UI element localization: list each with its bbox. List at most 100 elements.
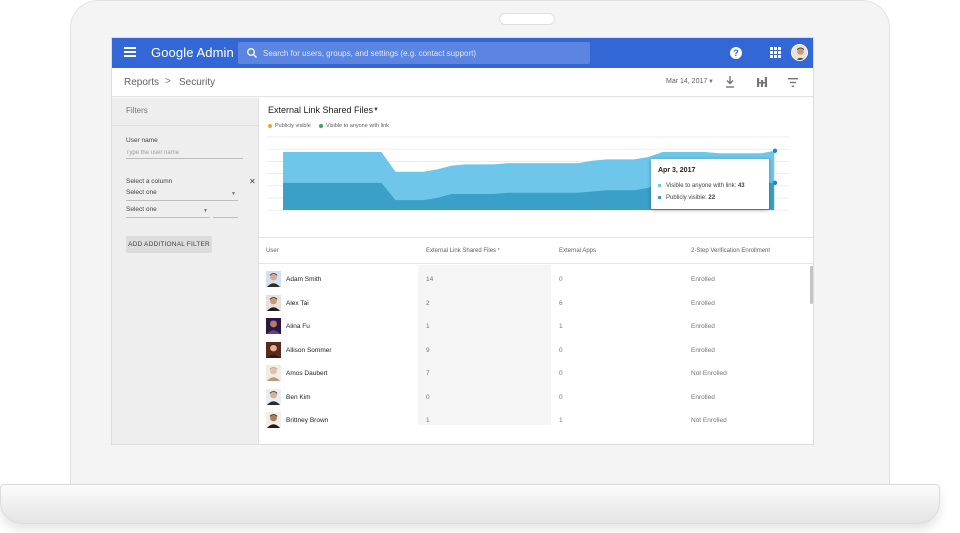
search-box[interactable] — [238, 42, 590, 64]
close-icon[interactable]: ✕ — [249, 177, 256, 186]
main-content: External Link Shared Files ▼ Publicly vi… — [259, 98, 813, 444]
legend-link-label: Visible to anyone with link — [326, 123, 389, 129]
apps-grid-icon[interactable] — [770, 47, 781, 58]
apps-cell: 1 — [559, 323, 563, 330]
tooltip-public-value: 22 — [708, 195, 716, 201]
files-cell: 14 — [426, 276, 434, 283]
avatar — [266, 318, 281, 334]
column-select-value: Select one — [126, 189, 157, 196]
search-input[interactable] — [263, 44, 583, 62]
user-name[interactable]: Alex Tai — [286, 300, 309, 307]
download-icon[interactable] — [725, 76, 735, 88]
menu-icon[interactable] — [124, 47, 136, 59]
scrollbar[interactable] — [810, 266, 813, 304]
apps-cell: 0 — [559, 370, 563, 377]
user-name-label: User name — [126, 137, 158, 144]
column-header-user[interactable]: User — [266, 248, 279, 254]
filters-divider — [112, 125, 259, 126]
legend-dot-public — [268, 123, 272, 128]
user-name[interactable]: Adam Smith — [286, 276, 321, 283]
search-icon — [247, 48, 257, 58]
breadcrumb-separator: > — [165, 76, 171, 87]
files-cell: 1 — [426, 323, 430, 330]
table-header: User External Link Shared Files * Extern… — [259, 237, 813, 264]
chevron-down-icon[interactable]: ▼ — [708, 79, 714, 85]
legend-dot-link — [319, 123, 323, 128]
user-name[interactable]: Allison Sommer — [286, 347, 332, 354]
table-row[interactable]: Alex Tai 2 6 Enrolled — [259, 293, 811, 316]
operator-select-value: Select one — [126, 206, 157, 213]
help-icon[interactable]: ? — [730, 47, 742, 59]
files-cell: 9 — [426, 346, 430, 354]
apps-cell: 0 — [559, 346, 563, 354]
app-bar: Google Admin ? — [112, 38, 813, 68]
point-publicly-visible — [772, 180, 778, 186]
user-name[interactable]: Ben Kim — [286, 394, 311, 401]
select-column-label: Select a column — [126, 178, 173, 185]
enrollment-cell: Enrolled — [691, 299, 715, 307]
apps-cell: 6 — [559, 299, 563, 307]
chevron-down-icon[interactable]: ▼ — [373, 107, 379, 113]
add-filter-button[interactable]: ADD ADDITIONAL FILTER — [126, 236, 212, 253]
chart-title[interactable]: External Link Shared Files — [268, 105, 373, 115]
breadcrumb-reports[interactable]: Reports — [124, 77, 159, 88]
account-avatar[interactable] — [791, 44, 808, 61]
files-cell: 7 — [426, 370, 430, 377]
table-row[interactable]: Amos Daubert 7 0 Not Enrolled — [259, 363, 811, 386]
chart-tooltip: Apr 3, 2017 Visible to anyone with link:… — [651, 159, 769, 209]
table-row[interactable]: Allison Sommer 9 0 Enrolled — [259, 340, 811, 363]
legend-public-label: Publicly visible — [275, 123, 311, 129]
enrollment-cell: Enrolled — [691, 276, 715, 283]
breadcrumb: Reports > Security Mar 14, 2017 ▼ — [112, 68, 813, 97]
user-name-field[interactable] — [126, 147, 243, 159]
table-row[interactable]: Brittney Brown 1 1 Not Enrolled — [259, 410, 811, 433]
columns-icon[interactable] — [757, 77, 767, 88]
files-cell: 2 — [426, 299, 430, 307]
breadcrumb-security[interactable]: Security — [179, 77, 215, 88]
files-cell: 1 — [426, 417, 430, 424]
enrollment-cell: Enrolled — [691, 346, 715, 354]
column-select[interactable]: Select one ▼ — [126, 189, 238, 201]
avatar — [266, 365, 281, 381]
enrollment-cell: Enrolled — [691, 393, 715, 401]
tooltip-swatch-link — [658, 183, 661, 187]
column-header-enrollment[interactable]: 2-Step Verification Enrollment — [691, 248, 770, 254]
enrollment-cell: Not Enrolled — [691, 417, 727, 424]
enrollment-cell: Not Enrolled — [691, 370, 727, 377]
tooltip-link-label: Visible to anyone with link: — [666, 183, 737, 189]
filters-panel: Filters User name Select a column ✕ Sele… — [112, 98, 259, 444]
user-name[interactable]: Brittney Brown — [286, 417, 328, 424]
chevron-down-icon: ▼ — [231, 191, 236, 197]
value-field[interactable] — [213, 206, 238, 218]
avatar — [266, 271, 281, 287]
tooltip-date: Apr 3, 2017 — [658, 167, 696, 174]
laptop-base — [0, 484, 940, 524]
apps-cell: 0 — [559, 276, 563, 283]
avatar — [266, 294, 281, 311]
avatar — [266, 341, 281, 358]
chevron-down-icon: ▼ — [203, 208, 208, 214]
user-name[interactable]: Amos Daubert — [286, 370, 328, 377]
point-visible-to-anyone-with-link — [772, 148, 778, 153]
tooltip-row-link: Visible to anyone with link: 43 — [658, 183, 745, 189]
user-name[interactable]: Alina Fu — [286, 323, 310, 330]
tooltip-public-label: Publicly visible: — [666, 195, 707, 201]
column-header-apps[interactable]: External Apps — [559, 248, 596, 254]
app-title: Google Admin — [151, 45, 234, 60]
filter-list-icon[interactable] — [788, 78, 798, 87]
enrollment-cell: Enrolled — [691, 323, 715, 330]
table-row[interactable]: Adam Smith 14 0 Enrolled — [259, 269, 811, 292]
avatar — [266, 388, 281, 405]
tooltip-link-value: 43 — [737, 183, 745, 189]
table-row[interactable]: Ben Kim 0 0 Enrolled — [259, 387, 811, 410]
tooltip-swatch-public — [658, 195, 661, 199]
apps-cell: 0 — [559, 393, 563, 401]
apps-cell: 1 — [559, 417, 563, 424]
legend-public: Publicly visible — [268, 123, 311, 129]
column-header-files[interactable]: External Link Shared Files * — [426, 248, 500, 254]
date-selector[interactable]: Mar 14, 2017 — [666, 78, 707, 85]
column-header-files-label: External Link Shared Files — [426, 248, 497, 254]
table-row[interactable]: Alina Fu 1 1 Enrolled — [259, 316, 811, 339]
operator-select[interactable]: Select one ▼ — [126, 206, 210, 218]
avatar — [266, 412, 281, 428]
